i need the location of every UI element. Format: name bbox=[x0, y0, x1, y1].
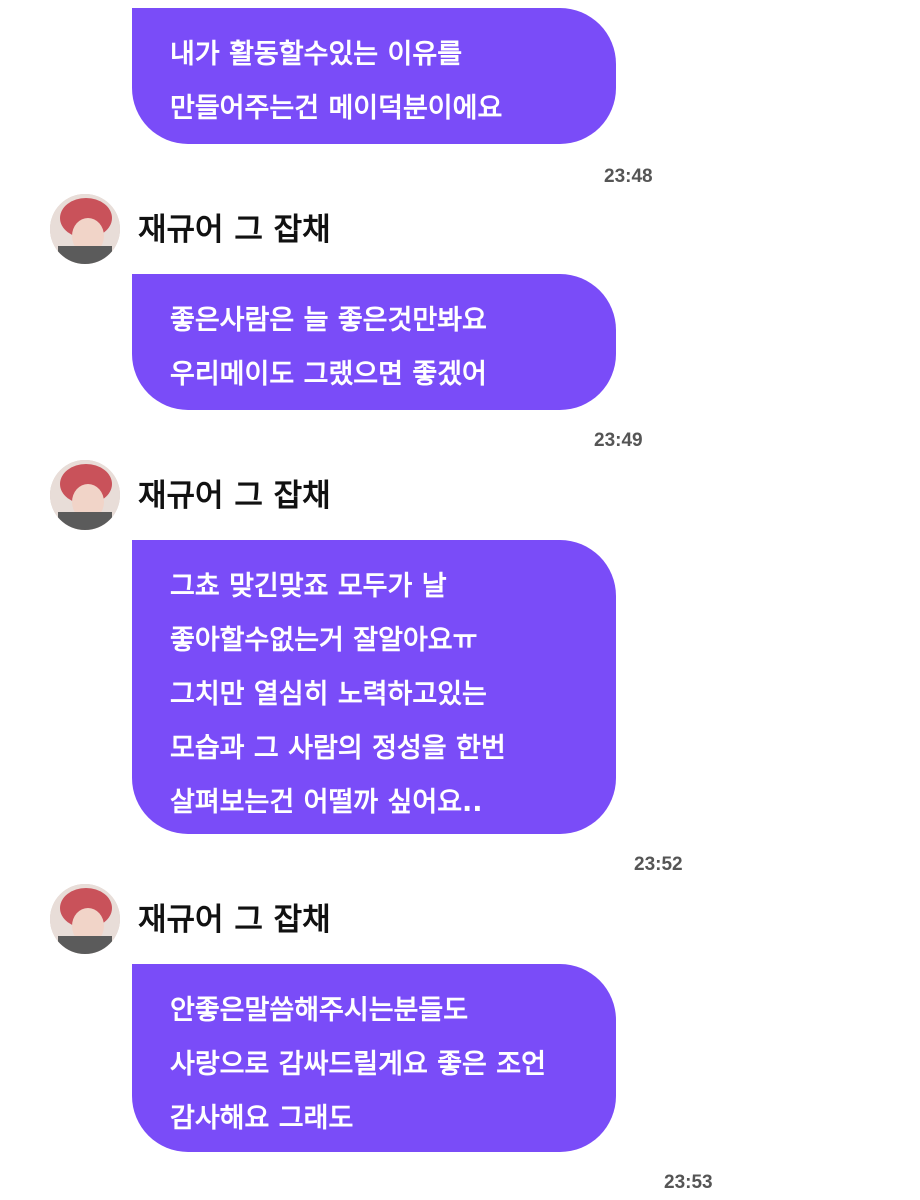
message-text: 모습과 그 사람의 정성을 한번 bbox=[170, 733, 506, 764]
avatar-photo-icon bbox=[50, 460, 120, 530]
message-timestamp: 23:53 bbox=[664, 1172, 713, 1193]
message-text: 내가 활동할수있는 이유를 bbox=[170, 39, 463, 70]
message-timestamp: 23:48 bbox=[604, 166, 653, 187]
avatar-photo-icon bbox=[50, 194, 120, 264]
message-text: 안좋은말씀해주시는분들도 bbox=[170, 995, 469, 1026]
avatar[interactable] bbox=[50, 884, 120, 954]
message-timestamp: 23:52 bbox=[634, 854, 683, 875]
message-text: 그쵸 맞긴맞죠 모두가 날 bbox=[170, 571, 447, 602]
sender-name: 재규어 그 잡채 bbox=[138, 902, 331, 938]
message-text: 그치만 열심히 노력하고있는 bbox=[170, 679, 487, 710]
message-text: 우리메이도 그랬으면 좋겠어 bbox=[170, 359, 487, 390]
message-bubble[interactable]: 좋은사람은 늘 좋은것만봐요 우리메이도 그랬으면 좋겠어 bbox=[132, 274, 616, 410]
message-text: 좋아할수없는거 잘알아요ㅠ bbox=[170, 625, 478, 656]
avatar-photo-icon bbox=[50, 884, 120, 954]
message-timestamp: 23:49 bbox=[594, 430, 643, 451]
sender-name: 재규어 그 잡채 bbox=[138, 212, 331, 248]
message-bubble[interactable]: 안좋은말씀해주시는분들도 사랑으로 감싸드릴게요 좋은 조언 감사해요 그래도 bbox=[132, 964, 616, 1152]
avatar[interactable] bbox=[50, 194, 120, 264]
message-text: 만들어주는건 메이덕분이에요 bbox=[170, 93, 503, 124]
message-bubble[interactable]: 내가 활동할수있는 이유를 만들어주는건 메이덕분이에요 bbox=[132, 8, 616, 144]
message-bubble[interactable]: 그쵸 맞긴맞죠 모두가 날 좋아할수없는거 잘알아요ㅠ 그치만 열심히 노력하고… bbox=[132, 540, 616, 834]
avatar[interactable] bbox=[50, 460, 120, 530]
message-text: 좋은사람은 늘 좋은것만봐요 bbox=[170, 305, 487, 336]
sender-name: 재규어 그 잡채 bbox=[138, 478, 331, 514]
message-text: 사랑으로 감싸드릴게요 좋은 조언 bbox=[170, 1049, 546, 1080]
message-text: 살펴보는건 어떨까 싶어요.. bbox=[170, 787, 483, 818]
message-text: 감사해요 그래도 bbox=[170, 1103, 354, 1134]
